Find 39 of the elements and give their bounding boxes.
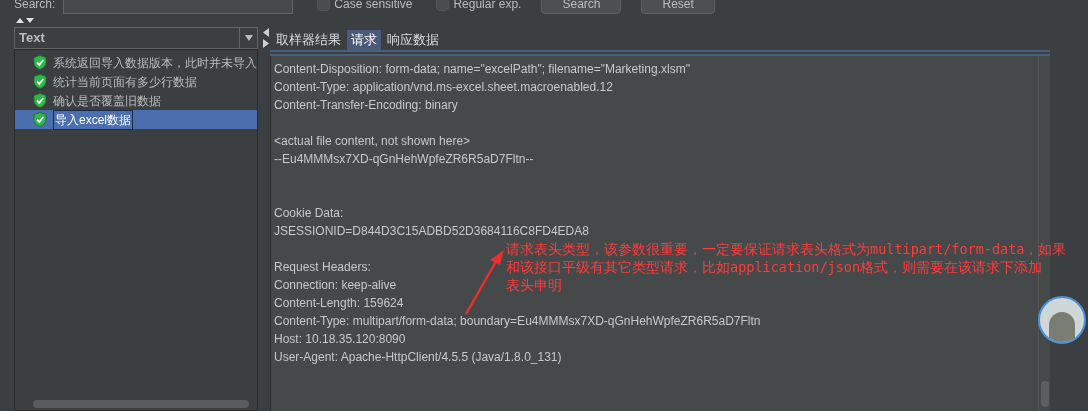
tree-item[interactable]: 导入excel数据	[15, 110, 257, 129]
case-sensitive-checkbox[interactable]	[317, 0, 331, 11]
regular-exp-checkbox[interactable]	[436, 0, 450, 11]
request-line: Connection: keep-alive	[274, 277, 397, 294]
dropdown-caret-icon	[244, 35, 253, 41]
request-line: Content-Disposition: form-data; name="excelPath"; filename="Marketing.xlsm"	[274, 61, 690, 78]
request-line: <actual file content, not shown here>	[274, 133, 471, 150]
tree-item[interactable]: 统计当前页面有多少行数据	[15, 72, 257, 91]
case-sensitive-label: Case sensitive	[334, 0, 413, 13]
search-field[interactable]	[63, 0, 294, 14]
tree-item[interactable]: 系统返回导入数据版本，此时并未导入	[15, 53, 257, 72]
tab[interactable]: 请求	[347, 30, 381, 50]
request-line: Host: 10.18.35.120:8090	[274, 331, 406, 348]
avatar[interactable]	[1038, 296, 1086, 344]
request-line: Content-Length: 159624	[274, 295, 404, 312]
success-shield-icon	[33, 112, 47, 127]
toolbar-button[interactable]: Search	[541, 0, 622, 14]
request-line: Content-Type: multipart/form-data; boundary=Eu4MMMsx7XD-qGnHehWpfeZR6R5aD7Fltn	[274, 313, 761, 330]
annotation-arrow	[464, 248, 506, 316]
tree-item[interactable]: 确认是否覆盖旧数据	[15, 91, 257, 110]
request-line: --Eu4MMMsx7XD-qGnHehWpfeZR6R5aD7Fltn--	[274, 151, 534, 168]
vertical-scrollbar[interactable]	[1040, 381, 1049, 407]
split-arrows-icon[interactable]	[263, 28, 269, 48]
request-line: Request Headers:	[274, 259, 371, 276]
annotation-text: 请求表头类型，该参数很重要，一定要保证请求表头格式为multipart/form-data，如果 和该接口平级有其它类型请求，比如application/json格式，则需要在该请求下添加 表头申明	[506, 240, 1067, 295]
request-line: JSESSIONID=D844D3C15ADBD52D3684116C8FD4EDA8	[274, 223, 589, 240]
success-shield-icon	[33, 55, 47, 70]
request-line: Content-Type: application/vnd.ms-excel.sheet.macroenabled.12	[274, 79, 613, 96]
success-shield-icon	[33, 93, 47, 108]
regular-exp-label: Regular exp.	[453, 0, 522, 13]
success-shield-icon	[33, 74, 47, 89]
toolbar-button[interactable]: Reset	[641, 0, 715, 14]
request-line: Content-Transfer-Encoding: binary	[274, 97, 458, 114]
collapse-arrows-icon[interactable]	[16, 16, 34, 24]
search-label: Search:	[14, 0, 56, 13]
request-line: User-Agent: Apache-HttpClient/4.5.5 (Java/1.8.0_131)	[274, 349, 562, 366]
request-line: Cookie Data:	[274, 205, 344, 222]
horizontal-scrollbar[interactable]	[33, 400, 249, 408]
renderer-dropdown[interactable]: Text	[14, 27, 258, 49]
